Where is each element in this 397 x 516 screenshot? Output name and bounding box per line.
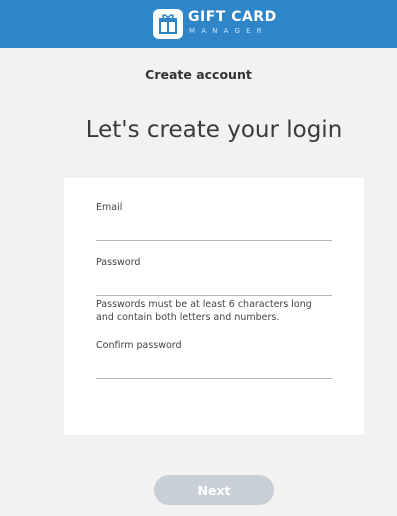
brand-name: GIFT CARD <box>188 9 277 25</box>
password-label: Password <box>96 257 141 268</box>
email-label: Email <box>96 202 123 213</box>
next-button[interactable]: Next <box>154 475 274 505</box>
password-field[interactable] <box>96 273 332 296</box>
password-hint: Passwords must be at least 6 characters … <box>96 299 312 323</box>
confirm-password-field[interactable] <box>96 356 332 379</box>
form-heading: Let's create your login <box>85 117 343 143</box>
brand-subtitle: MANAGER <box>189 27 268 35</box>
page-title: Create account <box>145 67 252 82</box>
gift-icon <box>153 9 183 39</box>
confirm-password-label: Confirm password <box>96 340 182 351</box>
login-form-card: Email Password Passwords must be at leas… <box>64 178 364 435</box>
email-field[interactable] <box>96 218 332 241</box>
app-header: GIFT CARD MANAGER <box>0 0 397 48</box>
